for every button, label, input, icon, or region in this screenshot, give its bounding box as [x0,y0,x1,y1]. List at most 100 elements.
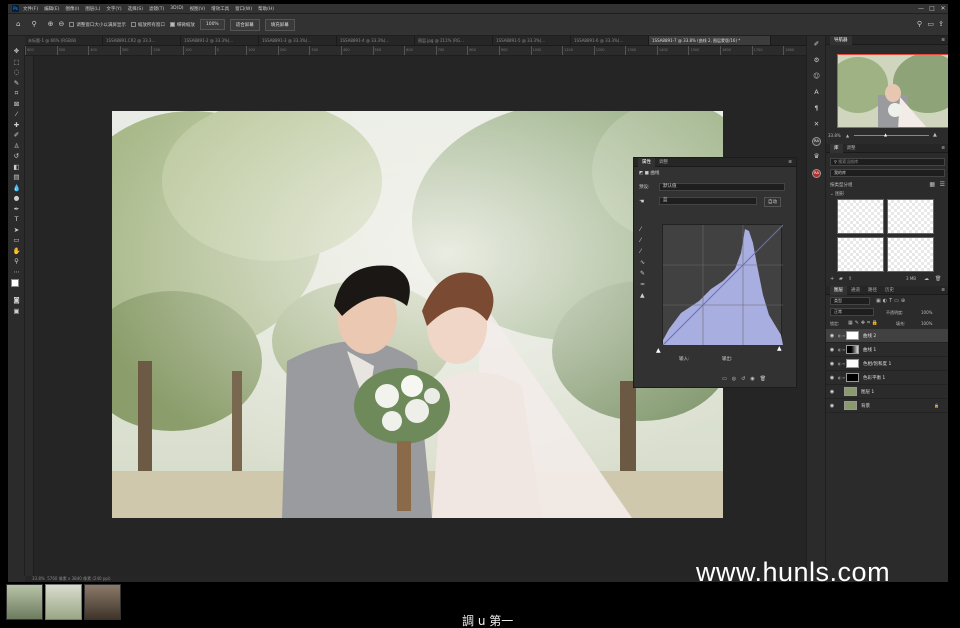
layer-kind-dropdown[interactable]: 类型 [830,297,870,305]
eyedropper-tool-icon[interactable]: ⁄ [8,109,25,120]
thumbnail-image[interactable] [45,584,82,620]
menu-file[interactable]: 文件(F) [23,6,38,12]
menu-plugins[interactable]: 增效工具 [211,6,229,12]
visibility-eye-icon[interactable]: ◉ [826,403,838,409]
lock-icons[interactable]: ▦✎✥⌗🔒 [848,320,880,326]
share-icon[interactable]: ⇪ [938,21,944,28]
tab-adjustments[interactable]: 调整 [655,158,672,167]
white-point-eyedropper-icon[interactable]: ⁄ [640,246,645,257]
library-graphic[interactable] [887,237,934,272]
menu-layer[interactable]: 图层(L) [85,6,100,12]
adjustments-icon[interactable]: ⚙ [807,52,826,68]
pen-tool-icon[interactable]: ✒ [8,204,25,215]
menu-image[interactable]: 图像(I) [65,6,79,12]
zoom-in-icon[interactable]: ⊕ [48,21,54,28]
layer-name[interactable]: 图层 1 [861,389,874,395]
layer-mask-thumbnail[interactable] [846,345,859,354]
home-icon[interactable]: ⌂ [16,21,20,28]
preset-dropdown[interactable]: 默认值 [659,183,785,191]
zoom-all-option[interactable]: 缩放所有窗口 [130,21,165,28]
visibility-eye-icon[interactable]: ◉ [826,375,838,381]
zoom-all-checkbox[interactable] [130,21,136,27]
history-brush-tool-icon[interactable]: ↺ [8,151,25,162]
layer-row[interactable]: ◉ ◐ ∞ 色彩平衡 1 [826,371,948,385]
curves-histogram-graph[interactable] [662,224,784,346]
folder-icon[interactable]: ▰ [839,276,843,282]
visibility-eye-icon[interactable]: ◉ [826,389,838,395]
foreground-color-swatch[interactable] [11,279,19,287]
library-delete-icon[interactable]: 🗑 [935,276,941,282]
crop-tool-icon[interactable]: ⌗ [8,88,25,99]
library-search-input[interactable]: ⚲ 搜索当前库 [830,158,945,166]
layer-mask-thumbnail[interactable] [846,331,859,340]
visibility-eye-icon[interactable]: ◉ [826,347,838,353]
eraser-tool-icon[interactable]: ◧ [8,162,25,173]
gradient-tool-icon[interactable]: ▤ [8,172,25,183]
zoom-in-small-icon[interactable]: ▲ [933,132,937,138]
view-previous-icon[interactable]: ◎ [732,376,736,382]
layer-row[interactable]: ◉ ◐ ∞ 色相/饱和度 1 [826,357,948,371]
doc-tab[interactable]: 1SSA8891-6 @ 33.3%(... [571,36,649,45]
visibility-eye-icon[interactable]: ◉ [826,333,838,339]
ra-plugin-icon[interactable]: RA [807,132,826,148]
layer-thumbnail[interactable] [844,401,857,410]
marquee-tool-icon[interactable]: ⬚ [8,57,25,68]
color-swatches[interactable] [8,277,24,295]
smooth-curve-icon[interactable]: ≈ [640,279,645,290]
paragraph-icon[interactable]: ¶ [807,100,826,116]
doc-tab[interactable]: 1SSA8891.CR2 @ 33.3... [103,36,181,45]
menu-type[interactable]: 文字(Y) [106,6,121,12]
cloud-icon[interactable]: ☁ [924,276,929,282]
brush-settings-icon[interactable]: ✐ [807,36,826,52]
tools-cross-icon[interactable]: ✕ [807,116,826,132]
tab-paths[interactable]: 路径 [864,286,881,295]
character-icon[interactable]: A [807,84,826,100]
doc-tab[interactable]: 1SSA8891-4 @ 33.3%(... [337,36,415,45]
panel-menu-icon[interactable]: ≡ [941,286,945,295]
thumbnail-image[interactable] [6,584,43,620]
menu-view[interactable]: 视图(V) [190,6,206,12]
rectangle-tool-icon[interactable]: ▭ [8,235,25,246]
layer-name[interactable]: 色相/饱和度 1 [863,361,891,367]
document-photo[interactable] [112,111,723,518]
zoom-100-button[interactable]: 100% [199,19,225,30]
group-by-dropdown[interactable]: 按类型分组 [830,182,853,188]
layer-filter-icons[interactable]: ▣◐T▭⊕ [876,298,907,304]
search-icon[interactable]: ⚲ [917,21,922,28]
screen-mode-icon[interactable]: ▣ [8,306,25,317]
frame-tool-icon[interactable]: ⊠ [8,99,25,110]
crown-icon[interactable]: ♛ [807,148,826,164]
close-window-button[interactable]: ✕ [938,4,948,14]
doc-tab[interactable]: 1SSA8891-2 @ 33.3%(... [181,36,259,45]
library-graphic[interactable] [837,237,884,272]
layer-row[interactable]: ◉ 图层 1 [826,385,948,399]
navigator-preview[interactable] [837,54,948,128]
auto-button[interactable]: 自动 [764,197,781,207]
white-input-slider[interactable]: ▲ [777,345,782,352]
tab-properties[interactable]: 属性 [638,158,655,167]
navigator-zoom-value[interactable]: 33.8% [828,133,841,138]
navigator-zoom-handle[interactable]: ▲ [884,132,887,137]
grid-view-icon[interactable]: ▦ [929,181,935,188]
layer-row[interactable]: ◉ ◐ ∞ 曲线 1 [826,343,948,357]
layer-name[interactable]: 曲线 2 [863,333,876,339]
panel-menu-icon[interactable]: ≡ [788,158,792,167]
doc-tab[interactable]: 未标题-1 @ 66% (RGB/8) [25,36,103,45]
delete-adjustment-icon[interactable]: 🗑 [760,376,766,382]
zoom-out-small-icon[interactable]: ▲ [846,133,849,138]
lasso-tool-icon[interactable]: ◌ [8,67,25,78]
panel-menu-icon[interactable]: ≡ [941,36,945,45]
tab-navigator[interactable]: 导航器 [830,36,852,45]
thumbnail-image[interactable] [84,584,121,620]
menu-edit[interactable]: 编辑(E) [44,6,59,12]
clip-to-layer-icon[interactable]: ▭ [722,376,727,382]
scrubby-zoom-option[interactable]: 细微缩放 [169,21,195,28]
visibility-icon[interactable]: ◉ [750,376,754,382]
ra-red-plugin-icon[interactable]: RA [807,164,826,180]
zoom-out-icon[interactable]: ⊖ [58,21,64,28]
tab-channels[interactable]: 通道 [847,286,864,295]
layer-mask-thumbnail[interactable] [846,373,859,382]
doc-tab[interactable]: 1SSA8891-5 @ 33.3%(... [493,36,571,45]
layer-name[interactable]: 曲线 1 [863,347,876,353]
blend-mode-dropdown[interactable]: 正常 [830,308,874,316]
